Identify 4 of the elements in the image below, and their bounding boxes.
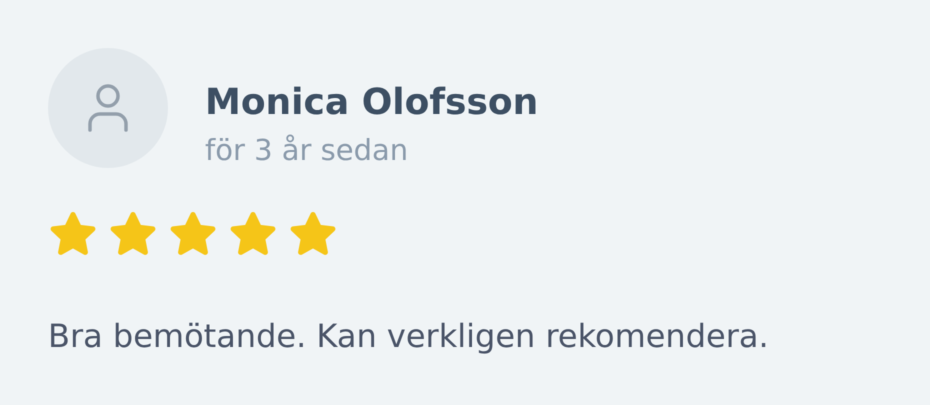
review-time: för 3 år sedan <box>205 132 410 169</box>
review-text: Bra bemötande. Kan verkligen rekomendera. <box>48 316 770 357</box>
author-name: Monica Olofsson <box>205 81 538 125</box>
user-icon <box>86 83 130 133</box>
